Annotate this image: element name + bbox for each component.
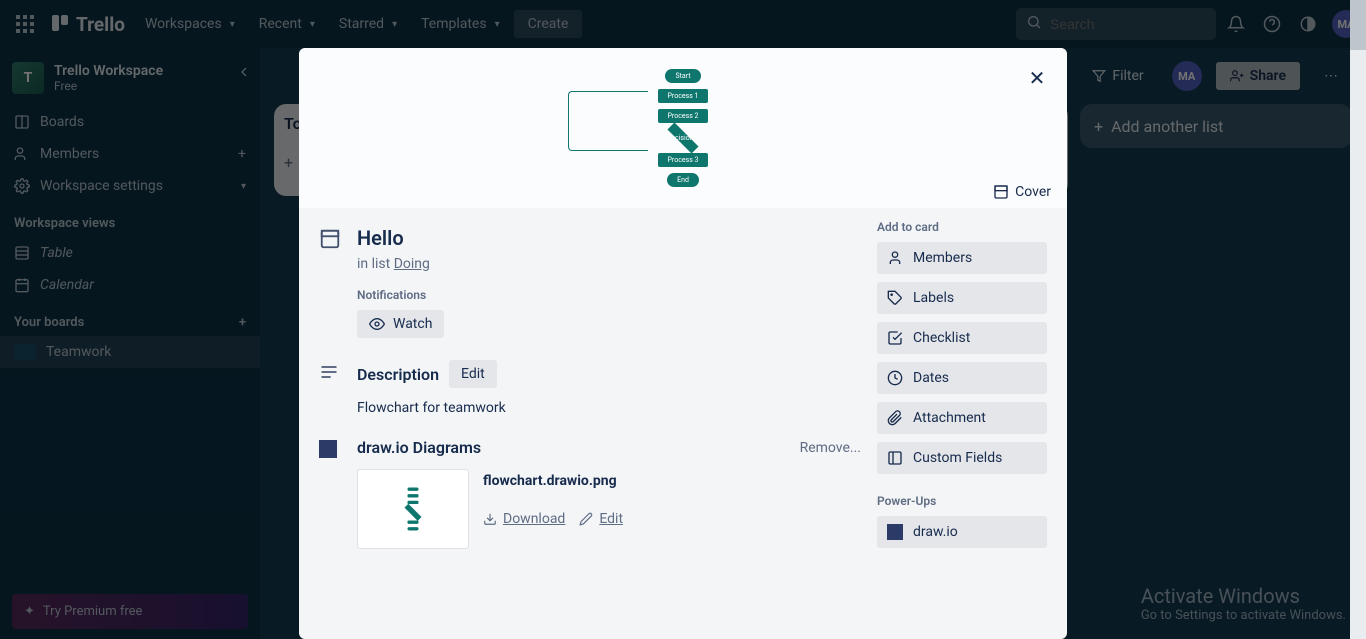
labels-button[interactable]: Labels <box>877 282 1047 314</box>
add-to-card-heading: Add to card <box>877 220 1047 234</box>
description-section: Description Edit Flowchart for teamwork <box>319 360 861 416</box>
powerups-heading: Power-Ups <box>877 494 1047 508</box>
flowchart-preview: Start Process 1 Process 2 Decision 1 Pro… <box>658 69 709 187</box>
watch-button[interactable]: Watch <box>357 310 444 338</box>
drawio-powerup-button[interactable]: draw.io <box>877 516 1047 548</box>
description-icon <box>319 362 343 416</box>
attachment-thumbnail[interactable] <box>357 469 469 549</box>
card-title-icon <box>319 228 343 255</box>
scrollbar[interactable] <box>1350 0 1366 639</box>
attachment-name: flowchart.drawio.png <box>483 473 623 489</box>
close-button[interactable]: ✕ <box>1021 62 1053 94</box>
attachment-button[interactable]: Attachment <box>877 402 1047 434</box>
drawio-heading: draw.io Diagrams <box>357 438 481 457</box>
in-list-link[interactable]: Doing <box>394 256 430 272</box>
edit-attachment-link[interactable]: Edit <box>579 511 623 527</box>
drawio-section: draw.io Diagrams Remove... <box>319 438 861 549</box>
dates-button[interactable]: Dates <box>877 362 1047 394</box>
card-cover: Start Process 1 Process 2 Decision 1 Pro… <box>299 48 1067 208</box>
in-list-label: in list Doing <box>357 256 430 272</box>
edit-description-button[interactable]: Edit <box>449 360 497 388</box>
members-button[interactable]: Members <box>877 242 1047 274</box>
description-text[interactable]: Flowchart for teamwork <box>357 400 861 416</box>
checklist-button[interactable]: Checklist <box>877 322 1047 354</box>
custom-fields-button[interactable]: Custom Fields <box>877 442 1047 474</box>
modal-overlay[interactable]: ✕ Start Process 1 Process 2 Decision 1 P… <box>0 0 1366 639</box>
drawio-section-icon <box>319 440 343 549</box>
description-heading: Description <box>357 365 439 384</box>
attachment-row[interactable]: flowchart.drawio.png Download Edit <box>357 469 861 549</box>
download-link[interactable]: Download <box>483 511 565 527</box>
remove-drawio-link[interactable]: Remove... <box>800 440 861 456</box>
drawio-icon <box>887 524 903 540</box>
notifications-heading: Notifications <box>357 288 861 302</box>
card-title[interactable]: Hello <box>357 226 430 250</box>
card-modal: ✕ Start Process 1 Process 2 Decision 1 P… <box>299 48 1067 639</box>
cover-button[interactable]: Cover <box>993 184 1051 200</box>
scrollbar-thumb[interactable] <box>1350 0 1366 50</box>
